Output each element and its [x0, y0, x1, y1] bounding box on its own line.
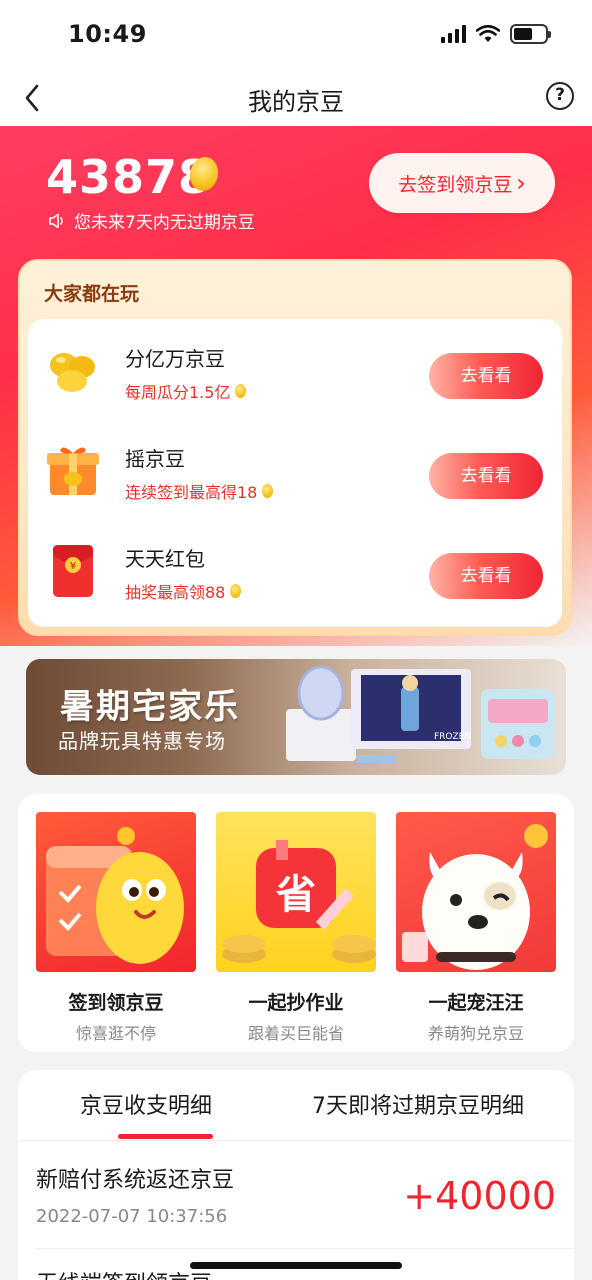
- toy-products-image: FROZEN: [286, 665, 555, 763]
- record-title: 新赔付系统返还京豆: [36, 1168, 235, 1193]
- record-time: 2022-07-07 10:37:56: [36, 1206, 228, 1227]
- battery-icon: [510, 24, 551, 44]
- list-item: 分亿万京豆 每周瓜分1.5亿 去看看: [28, 319, 562, 419]
- frozen-logo-text: FROZEN: [434, 732, 471, 742]
- go-see-button[interactable]: 去看看: [429, 353, 543, 399]
- expire-note-text: 您未来7天内无过期京豆: [74, 213, 255, 233]
- activity-sign-in[interactable]: 签到领京豆 惊喜逛不停: [36, 812, 196, 1043]
- record-amount: +40000: [403, 1174, 556, 1218]
- activity-subtitle: 跟着买巨能省: [247, 1024, 344, 1043]
- game-reward: 抽奖最高领88: [125, 579, 242, 603]
- activity-name: 一起宠汪汪: [428, 992, 524, 1014]
- records-card: 京豆收支明细 7天即将过期京豆明细 新赔付系统返还京豆 2022-07-07 1…: [18, 1070, 574, 1280]
- game-reward: 每周瓜分1.5亿: [125, 379, 247, 403]
- activity-homework[interactable]: 省 一起抄作业 跟着买巨能省: [216, 812, 376, 1043]
- status-time: 10:49: [68, 20, 147, 48]
- popular-games-card: 大家都在玩 分亿万京豆 每周瓜分1.5亿 去看看 摇京豆 连续签到最高得18 去…: [18, 259, 572, 636]
- status-bar: 10:49: [0, 0, 592, 70]
- tab-income-expense[interactable]: 京豆收支明细: [80, 1088, 212, 1120]
- game-reward: 连续签到最高得18: [125, 479, 274, 503]
- home-indicator: [190, 1262, 402, 1269]
- dog-mascot-icon: [396, 812, 556, 972]
- game-name: 摇京豆: [125, 447, 185, 471]
- list-item: 摇京豆 连续签到最高得18 去看看: [28, 419, 562, 519]
- sign-in-button-label: 去签到领京豆: [398, 173, 513, 196]
- game-name: 分亿万京豆: [125, 347, 225, 371]
- beans-icon: [44, 341, 102, 399]
- banner-subtitle: 品牌玩具特惠专场: [58, 729, 226, 753]
- go-see-button[interactable]: 去看看: [429, 453, 543, 499]
- tab-expiring-soon[interactable]: 7天即将过期京豆明细: [312, 1088, 524, 1120]
- activity-subtitle: 养萌狗兑京豆: [427, 1024, 524, 1043]
- gift-box-icon: [44, 441, 102, 499]
- chevron-right-icon: ›: [516, 169, 526, 197]
- cellular-signal-icon: [441, 25, 466, 43]
- expire-note: 您未来7天内无过期京豆: [48, 208, 255, 233]
- game-name: 天天红包: [125, 547, 205, 571]
- promo-banner[interactable]: 暑期宅家乐 品牌玩具特惠专场 FROZEN: [26, 659, 566, 775]
- bean-mascot-calendar-icon: [36, 812, 196, 972]
- page-title: 我的京豆: [248, 88, 344, 116]
- record-title: 无线端签到领京豆: [36, 1266, 212, 1280]
- activity-name: 签到领京豆: [68, 992, 164, 1014]
- go-see-button[interactable]: 去看看: [429, 553, 543, 599]
- bean-icon: [262, 484, 274, 498]
- divider: [36, 1248, 574, 1249]
- activity-name: 一起抄作业: [248, 992, 344, 1014]
- activities-card: 签到领京豆 惊喜逛不停 省 一起抄作业 跟着买巨能省 一起宠汪汪 养萌狗兑京豆: [18, 794, 574, 1052]
- save-money-icon: 省: [216, 812, 376, 972]
- banner-title: 暑期宅家乐: [60, 687, 240, 727]
- wifi-icon: [476, 25, 500, 42]
- section-title: 大家都在玩: [44, 283, 140, 305]
- active-tab-indicator: [118, 1134, 213, 1139]
- red-envelope-icon: ¥: [44, 541, 102, 599]
- svg-text:¥: ¥: [70, 561, 76, 572]
- sign-in-button[interactable]: 去签到领京豆 ›: [369, 153, 555, 213]
- games-list: 分亿万京豆 每周瓜分1.5亿 去看看 摇京豆 连续签到最高得18 去看看 ¥ 天…: [28, 319, 562, 627]
- bean-balance: 43878: [46, 150, 212, 204]
- nav-bar: 我的京豆 ?: [0, 70, 592, 126]
- activity-pet-dog[interactable]: 一起宠汪汪 养萌狗兑京豆: [396, 812, 556, 1043]
- activity-subtitle: 惊喜逛不停: [75, 1024, 156, 1043]
- list-item: ¥ 天天红包 抽奖最高领88 去看看: [28, 519, 562, 619]
- status-icons: [441, 24, 551, 44]
- svg-text:省: 省: [276, 872, 316, 918]
- divider: [18, 1140, 574, 1141]
- bean-icon: [230, 584, 242, 598]
- help-icon[interactable]: ?: [546, 82, 574, 110]
- speaker-icon: [49, 213, 63, 228]
- bean-icon: [235, 384, 247, 398]
